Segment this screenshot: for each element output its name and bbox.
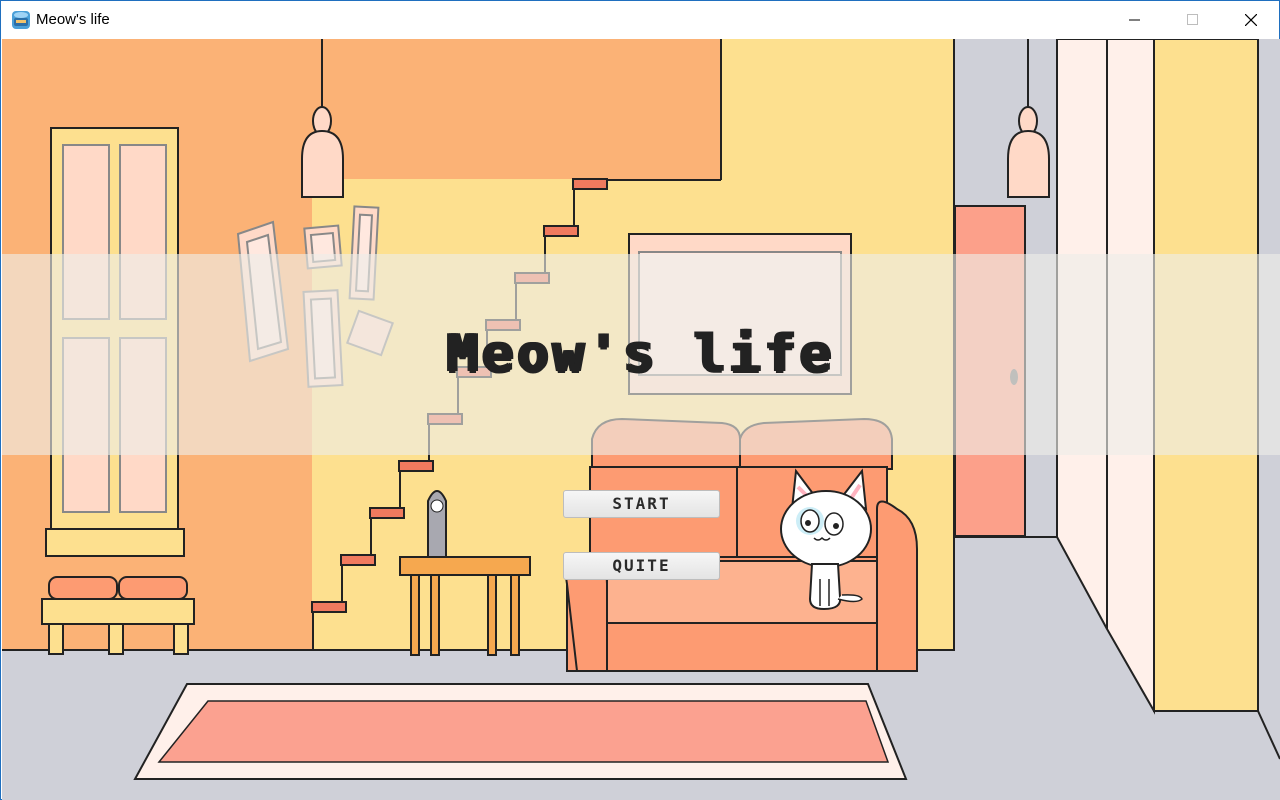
start-button[interactable]: START [563,490,720,518]
close-icon [1245,14,1257,26]
minimize-button[interactable] [1112,1,1158,39]
app-icon [10,9,32,31]
game-canvas[interactable]: Meow's life START QUITE [2,39,1280,800]
close-button[interactable] [1228,1,1274,39]
maximize-icon [1187,14,1198,25]
window-title: Meow's life [36,11,110,28]
ceiling-lamp [301,129,344,198]
title-bar[interactable]: Meow's life [1,1,1279,39]
side-table [399,556,531,576]
minimize-icon [1129,19,1140,21]
game-title: Meow's life [446,324,836,384]
app-window: Meow's life Meow's life START QUITE [0,0,1280,800]
bench [41,598,195,625]
maximize-button[interactable] [1170,1,1216,39]
quit-button[interactable]: QUITE [563,552,720,580]
ceiling-lamp-hall [1007,129,1050,198]
